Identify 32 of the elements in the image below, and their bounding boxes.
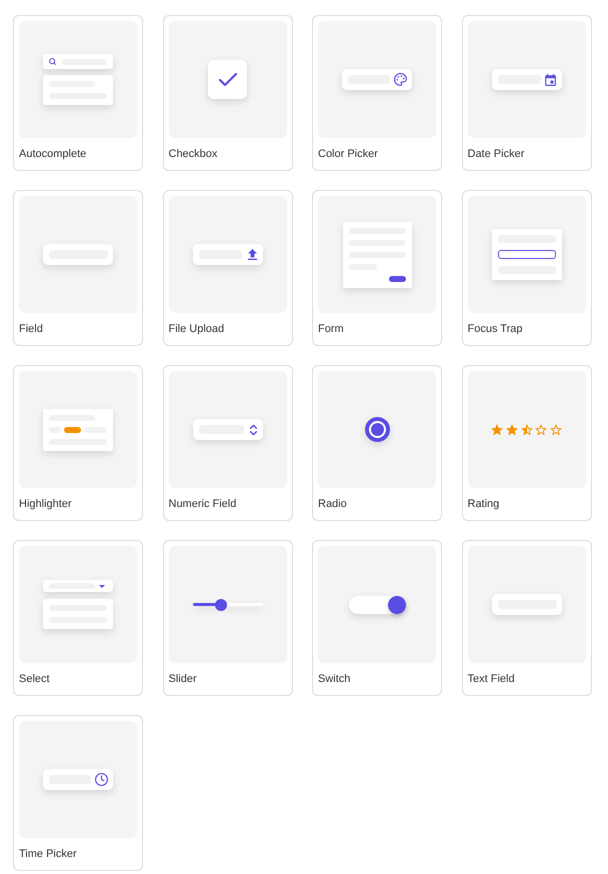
card-title: Slider — [168, 672, 197, 686]
caret-icon — [99, 584, 105, 588]
card-title: Text Field — [468, 672, 515, 686]
half-star-icon — [520, 424, 532, 436]
card-title: Highlighter — [19, 497, 72, 511]
card-title: Select — [19, 672, 50, 686]
card-title: Form — [318, 322, 344, 336]
card-title: Date Picker — [468, 147, 524, 161]
clock-icon — [95, 773, 108, 786]
search-icon — [49, 58, 56, 65]
card-title: Radio — [318, 497, 347, 511]
highlight-mark — [64, 426, 81, 432]
star-icon — [491, 424, 503, 436]
switch-knob — [388, 596, 406, 614]
card-title: Focus Trap — [468, 322, 523, 336]
check-icon — [218, 73, 236, 86]
star-icon — [506, 424, 518, 436]
outline-star-icon — [535, 424, 548, 436]
card-title: Color Picker — [318, 147, 378, 161]
card-title: Field — [19, 322, 43, 336]
calendar-icon — [544, 74, 556, 86]
card-title: Autocomplete — [19, 147, 86, 161]
card-title: Rating — [468, 497, 500, 511]
palette-icon — [394, 73, 407, 86]
card-title: Checkbox — [168, 147, 218, 161]
chevrons-icon — [250, 424, 256, 436]
upload-icon — [248, 249, 256, 260]
card-title: Switch — [318, 672, 350, 686]
card-title: File Upload — [168, 322, 224, 336]
card-title: Time Picker — [19, 847, 77, 861]
card-title: Numeric Field — [168, 497, 236, 511]
outline-star-icon — [550, 424, 562, 436]
